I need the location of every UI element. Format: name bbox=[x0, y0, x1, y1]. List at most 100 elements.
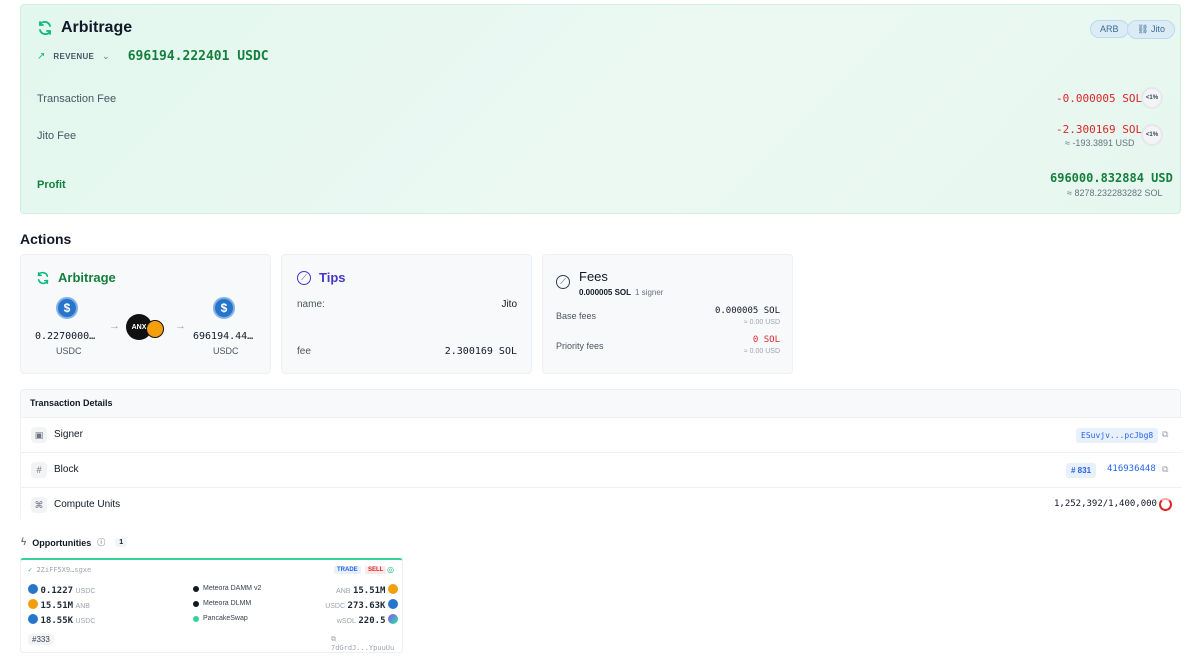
sell-tag: SELL bbox=[365, 566, 387, 574]
signer-row: ▣ Signer ESuvjv...pcJbg8 ⧉ bbox=[21, 417, 1182, 452]
route-out-amount: 15.51M bbox=[352, 586, 386, 596]
revenue-label: REVENUE bbox=[53, 52, 95, 61]
priority-fees-usd: ≈ 0.00 USD bbox=[743, 348, 780, 355]
actions-heading: Actions bbox=[20, 231, 72, 247]
meteora-icon bbox=[193, 600, 199, 607]
compute-units-label: Compute Units bbox=[54, 499, 121, 510]
target-icon: ◎ bbox=[387, 565, 394, 574]
wallet-icon: ▣ bbox=[31, 427, 47, 443]
anb-token-icon bbox=[388, 584, 398, 594]
opportunities-title: Opportunities bbox=[32, 537, 92, 548]
lightning-icon: ϟ bbox=[21, 537, 27, 548]
arbitrage-card-title: Arbitrage bbox=[58, 270, 116, 285]
route-out-amount: 273.63K bbox=[347, 601, 386, 611]
jito-fee-label: Jito Fee bbox=[37, 130, 77, 142]
block-label: Block bbox=[54, 464, 79, 475]
route-in-unit: ANB bbox=[75, 603, 90, 610]
arbitrage-card-header: Arbitrage bbox=[36, 270, 116, 285]
route-in-amount: 15.51M bbox=[40, 601, 74, 611]
dex-name: Meteora DAMM v2 bbox=[203, 585, 262, 592]
opportunities-header: ϟ Opportunities ⓘ 1 bbox=[21, 537, 128, 548]
to-amount: 696194.44… bbox=[193, 331, 254, 342]
route-in-unit: USDC bbox=[75, 588, 96, 595]
route-in-amount: 18.55K bbox=[40, 616, 74, 626]
summary-title: Arbitrage bbox=[37, 19, 132, 37]
arbitrage-action-card: Arbitrage $ 0.2270000… USDC → ANX → $ 69… bbox=[20, 254, 271, 374]
anb-token-icon bbox=[146, 320, 164, 338]
transaction-fee-percent: <1% bbox=[1141, 87, 1163, 109]
dex-name: Meteora DLMM bbox=[203, 600, 252, 607]
dex-label: PancakeSwap bbox=[193, 615, 248, 622]
block-row: # Block # 831 416936448 ⧉ bbox=[21, 452, 1182, 487]
copy-icon[interactable]: ⧉ bbox=[1162, 429, 1168, 440]
badge-arb: ARB bbox=[1090, 20, 1129, 38]
badge-jito: ⛓ Jito bbox=[1127, 20, 1175, 39]
jito-fee-value: -2.300169 SOL bbox=[1056, 123, 1143, 136]
link-icon: ⛓ bbox=[1137, 24, 1151, 34]
meteora-icon bbox=[193, 585, 199, 592]
route-row: 0.1227 USDC Meteora DAMM v2 ANB 15.51M bbox=[28, 584, 398, 598]
route-row: 18.55K USDC PancakeSwap wSOL 220.5 bbox=[28, 614, 398, 628]
compute-units-row: ⌘ Compute Units 1,252,392/1,400,000 bbox=[21, 487, 1182, 522]
usdc-coin-icon bbox=[388, 599, 398, 609]
arrow-right-icon: → bbox=[175, 320, 186, 332]
opportunity-address-text: 7dGrdJ...YpuuUu bbox=[331, 644, 395, 652]
jito-fee-usd: ≈ -193.3891 USD bbox=[1065, 138, 1135, 148]
chevron-down-icon[interactable]: ⌄ bbox=[102, 51, 110, 62]
summary-title-text: Arbitrage bbox=[61, 19, 133, 36]
copy-icon: ⧉ bbox=[331, 635, 336, 643]
usage-ring-icon bbox=[1159, 498, 1172, 511]
transaction-fee-value: -0.000005 SOL bbox=[1056, 92, 1143, 105]
copy-icon[interactable]: ⧉ bbox=[1162, 464, 1168, 475]
opportunity-id[interactable]: ✓ 2ZiFF5X9…sgxe bbox=[28, 566, 91, 574]
arbitrage-summary-card: Arbitrage ARB ⛓ Jito ↗ REVENUE ⌄ 696194.… bbox=[20, 4, 1181, 214]
opportunity-id-text: 2ZiFF5X9…sgxe bbox=[36, 566, 92, 574]
fees-card-title: Fees bbox=[579, 269, 608, 284]
to-unit: USDC bbox=[213, 346, 239, 356]
route-out: ANB 15.51M bbox=[336, 584, 398, 596]
block-badge: # 831 bbox=[1066, 463, 1097, 478]
tips-fee-value: 2.300169 SOL bbox=[444, 346, 517, 357]
route-in-unit: USDC bbox=[75, 618, 96, 625]
gauge-icon: ⟋ bbox=[297, 270, 311, 285]
route-out-unit: USDC bbox=[325, 603, 346, 610]
tips-action-card: ⟋ Tips name: Jito fee 2.300169 SOL bbox=[281, 254, 532, 374]
transaction-details-title: Transaction Details bbox=[30, 398, 113, 408]
hash-icon: # bbox=[31, 462, 47, 478]
transaction-details-panel: Transaction Details ▣ Signer ESuvjv...pc… bbox=[20, 389, 1182, 522]
base-fees-usd: ≈ 0.00 USD bbox=[743, 319, 780, 326]
base-fees-value: 0.000005 SOL bbox=[714, 306, 780, 316]
route-out: wSOL 220.5 bbox=[337, 614, 398, 626]
tips-card-title: Tips bbox=[319, 270, 346, 285]
cpu-icon: ⌘ bbox=[31, 497, 47, 513]
route-out: USDC 273.63K bbox=[325, 599, 398, 611]
opportunity-card[interactable]: ✓ 2ZiFF5X9…sgxe TRADE SELL ◎ 0.1227 USDC… bbox=[20, 558, 403, 653]
usdc-coin-icon bbox=[28, 614, 38, 624]
from-unit: USDC bbox=[56, 346, 82, 356]
revenue-amount: 696194.222401 USDC bbox=[127, 49, 269, 64]
base-fees-label: Base fees bbox=[556, 311, 597, 321]
anx-token-label: ANX bbox=[131, 323, 147, 331]
profit-amount: 696000.832884 USD bbox=[1050, 171, 1173, 185]
arrow-right-icon: → bbox=[109, 320, 120, 332]
opportunities-count: 1 bbox=[115, 538, 128, 547]
signer-label: Signer bbox=[54, 429, 83, 440]
priority-fees-value: 0 SOL bbox=[752, 335, 780, 345]
opportunity-slot-badge: #333 bbox=[28, 634, 54, 645]
route-out-unit: ANB bbox=[336, 588, 351, 595]
jito-fee-percent: <1% bbox=[1141, 124, 1163, 146]
refresh-icon bbox=[39, 21, 51, 35]
badge-jito-text: Jito bbox=[1150, 24, 1165, 34]
opportunity-address[interactable]: ⧉ 7dGrdJ...YpuuUu bbox=[331, 635, 402, 652]
help-icon[interactable]: ⓘ bbox=[97, 537, 105, 548]
fees-action-card: ⟋ Fees 0.000005 SOL 1 signer Base fees 0… bbox=[542, 254, 793, 374]
transaction-fee-label: Transaction Fee bbox=[37, 93, 117, 105]
block-number[interactable]: 416936448 bbox=[1107, 464, 1156, 474]
signer-address[interactable]: ESuvjv...pcJbg8 bbox=[1076, 428, 1159, 443]
profit-sol: ≈ 8278.232283282 SOL bbox=[1067, 188, 1163, 198]
usdc-coin-icon bbox=[28, 584, 38, 594]
dex-label: Meteora DLMM bbox=[193, 600, 251, 607]
tips-fee-label: fee bbox=[297, 346, 311, 357]
route-out-amount: 220.5 bbox=[358, 616, 386, 626]
arrow-up-right-icon: ↗ bbox=[37, 51, 46, 62]
